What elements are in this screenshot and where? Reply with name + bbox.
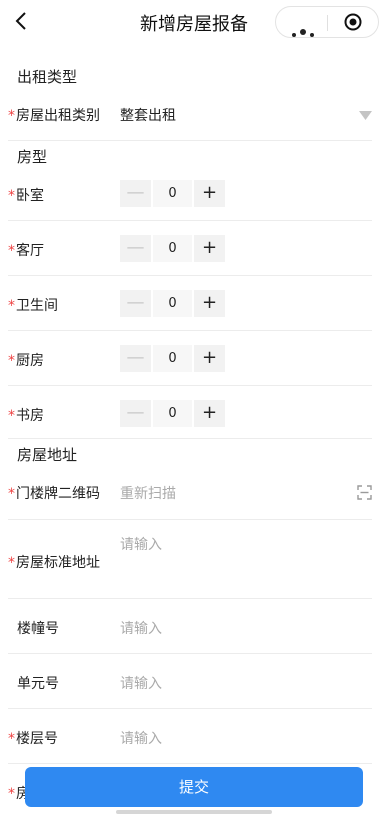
rescan-placeholder: 重新扫描 xyxy=(120,486,176,502)
decrement-button[interactable]: — xyxy=(120,235,151,262)
close-target-icon[interactable] xyxy=(344,13,362,31)
room-label: *厨房 xyxy=(8,353,44,369)
room-row-living-room: *客厅 — 0 + xyxy=(8,235,372,263)
standard-address-field[interactable]: *房屋标准地址 请输入 xyxy=(8,532,372,592)
divider xyxy=(8,330,372,331)
increment-button[interactable]: + xyxy=(194,345,225,372)
section-title-house-type: 房型 xyxy=(17,148,48,166)
floor-label: *楼层号 xyxy=(8,731,58,747)
mini-program-capsule xyxy=(275,6,379,38)
room-row-bedroom: *卧室 — 0 + xyxy=(8,180,372,208)
required-mark: * xyxy=(8,108,15,124)
section-title-address: 房屋地址 xyxy=(17,446,78,464)
divider xyxy=(8,708,372,709)
bedroom-stepper: — 0 + xyxy=(120,180,225,207)
divider xyxy=(8,763,372,764)
increment-button[interactable]: + xyxy=(194,290,225,317)
standard-address-label: *房屋标准地址 xyxy=(8,555,100,571)
decrement-button[interactable]: — xyxy=(120,400,151,427)
room-label: *书房 xyxy=(8,408,44,424)
submit-button[interactable]: 提交 xyxy=(25,767,363,807)
rent-category-label: *房屋出租类别 xyxy=(8,108,100,124)
divider xyxy=(8,140,372,141)
unit-label: 单元号 xyxy=(17,676,59,692)
divider xyxy=(8,598,372,599)
home-indicator xyxy=(116,810,272,814)
bathroom-stepper: — 0 + xyxy=(120,290,225,317)
increment-button[interactable]: + xyxy=(194,180,225,207)
increment-button[interactable]: + xyxy=(194,400,225,427)
study-stepper: — 0 + xyxy=(120,400,225,427)
divider xyxy=(8,220,372,221)
building-label: 楼幢号 xyxy=(17,621,59,637)
increment-button[interactable]: + xyxy=(194,235,225,262)
scan-icon[interactable] xyxy=(357,485,372,500)
room-row-study: *书房 — 0 + xyxy=(8,400,372,428)
rent-category-value: 整套出租 xyxy=(120,108,176,124)
floor-input[interactable]: 请输入 xyxy=(120,728,162,748)
standard-address-input[interactable]: 请输入 xyxy=(120,534,162,554)
qr-label: *门楼牌二维码 xyxy=(8,486,100,502)
navigation-bar: 新增房屋报备 xyxy=(0,0,388,46)
building-number-field[interactable]: 楼幢号 请输入 xyxy=(8,618,372,640)
more-icon[interactable] xyxy=(292,22,318,41)
room-label: *客厅 xyxy=(8,243,44,259)
stepper-value[interactable]: 0 xyxy=(153,345,192,372)
capsule-divider xyxy=(327,15,328,31)
stepper-value[interactable]: 0 xyxy=(153,400,192,427)
room-label: *卫生间 xyxy=(8,298,58,314)
unit-input[interactable]: 请输入 xyxy=(120,673,162,693)
room-row-kitchen: *厨房 — 0 + xyxy=(8,345,372,373)
decrement-button[interactable]: — xyxy=(120,180,151,207)
divider xyxy=(8,519,372,520)
dropdown-triangle-icon xyxy=(359,111,372,120)
divider xyxy=(8,385,372,386)
door-plate-qr-field[interactable]: *门楼牌二维码 重新扫描 xyxy=(8,483,372,505)
stepper-value[interactable]: 0 xyxy=(153,290,192,317)
divider xyxy=(8,653,372,654)
rent-category-select[interactable]: *房屋出租类别 整套出租 xyxy=(8,105,372,129)
divider xyxy=(8,438,372,439)
unit-number-field[interactable]: 单元号 请输入 xyxy=(8,673,372,695)
stepper-value[interactable]: 0 xyxy=(153,180,192,207)
divider xyxy=(8,275,372,276)
room-label: *卧室 xyxy=(8,188,44,204)
living-room-stepper: — 0 + xyxy=(120,235,225,262)
building-input[interactable]: 请输入 xyxy=(120,618,162,638)
floor-number-field[interactable]: *楼层号 请输入 xyxy=(8,728,372,750)
section-title-rent-type: 出租类型 xyxy=(17,68,78,86)
decrement-button[interactable]: — xyxy=(120,290,151,317)
kitchen-stepper: — 0 + xyxy=(120,345,225,372)
stepper-value[interactable]: 0 xyxy=(153,235,192,262)
decrement-button[interactable]: — xyxy=(120,345,151,372)
room-row-bathroom: *卫生间 — 0 + xyxy=(8,290,372,318)
